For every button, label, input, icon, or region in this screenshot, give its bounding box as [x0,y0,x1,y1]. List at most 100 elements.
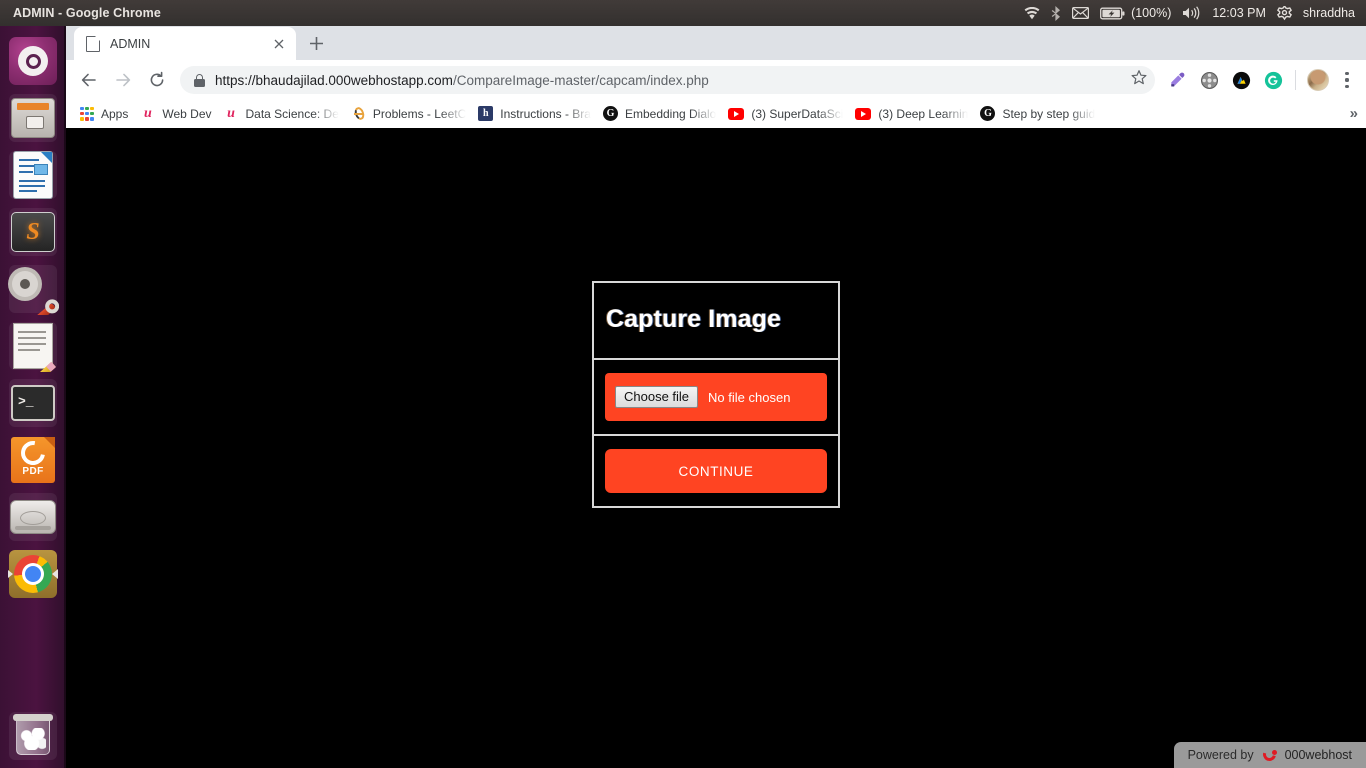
card-action-section: CONTINUE [594,436,838,506]
pdf-label: PDF [22,465,44,477]
card-file-section: Choose file No file chosen [594,360,838,436]
battery-charging-icon[interactable] [1100,7,1125,20]
mail-icon[interactable] [1072,7,1090,19]
bookmarks-overflow-button[interactable]: » [1350,105,1358,122]
address-bar[interactable]: https://bhaudajilad.000webhostapp.com/Co… [180,66,1155,94]
new-tab-button[interactable] [302,29,330,57]
bookmark-web-dev[interactable]: u Web Dev [136,102,219,126]
bookmarks-bar: Apps u Web Dev u Data Science: De Proble… [66,100,1366,128]
launcher-item-ubuntu-dash[interactable] [7,35,59,87]
dark-circle-icon[interactable] [1228,67,1254,93]
gear-icon[interactable] [1276,5,1292,21]
launcher-item-system-settings[interactable] [7,263,59,315]
star-icon[interactable] [1131,70,1147,91]
launcher-item-libreoffice-writer[interactable] [7,149,59,201]
leetcode-icon [351,106,366,121]
000webhost-logo-icon [1261,748,1278,763]
ubuntu-logo-icon [9,37,57,85]
launcher-item-sublime-text[interactable]: S [7,206,59,258]
file-cabinet-icon [11,98,55,138]
bookmark-instructions[interactable]: h Instructions - Bra [474,102,599,126]
close-icon[interactable] [270,35,288,53]
trash-icon [13,714,53,755]
gear-wrench-icon [11,267,57,315]
launcher-item-files[interactable] [7,92,59,144]
udemy-u-icon: u [143,105,152,121]
page-title: Capture Image [606,305,781,333]
notepad-pencil-icon [14,324,56,372]
bookmark-label: Instructions - Bra [500,106,591,121]
eyedropper-icon[interactable] [1164,67,1190,93]
battery-level: (100%) [1131,6,1172,20]
powered-by-label: Powered by [1187,748,1254,762]
back-arrow-icon[interactable] [75,66,103,94]
volume-icon[interactable] [1182,6,1201,20]
window-title: ADMIN - Google Chrome [13,6,161,20]
bluetooth-icon[interactable] [1051,5,1061,21]
chrome-window: ADMIN https://bhaudajilad.000webhostapp.… [66,26,1366,768]
ubuntu-top-panel: ADMIN - Google Chrome (100%) 12:03 PM sh… [0,0,1366,26]
launcher-item-terminal[interactable]: >_ [7,377,59,429]
tab-title: ADMIN [110,36,151,51]
bookmark-apps[interactable]: Apps [76,102,136,126]
lock-icon[interactable] [194,73,205,87]
bookmark-problems-leetcode[interactable]: Problems - LeetC [347,102,474,126]
bookmark-step-by-step-guide[interactable]: G Step by step guid [976,102,1103,126]
file-status-text: No file chosen [708,389,791,405]
launcher-item-text-editor[interactable] [7,320,59,372]
sublime-s-icon: S [11,212,55,252]
hard-disk-icon [10,500,56,534]
browser-toolbar: https://bhaudajilad.000webhostapp.com/Co… [66,60,1366,100]
000webhost-brand-label: 000webhost [1284,748,1352,762]
launcher-item-disk-utility[interactable] [7,491,59,543]
capture-image-card: Capture Image Choose file No file chosen… [592,281,840,508]
bookmark-embedding-dialog[interactable]: G Embedding Dialo [599,102,724,126]
reload-icon[interactable] [143,66,171,94]
continue-button[interactable]: CONTINUE [605,449,827,493]
launcher-item-google-chrome[interactable] [7,548,59,600]
url-path: /CompareImage-master/capcam/index.php [452,72,709,88]
url-text: https://bhaudajilad.000webhostapp.com/Co… [215,73,709,88]
page-icon [86,35,100,52]
bookmark-label: Problems - LeetC [372,106,467,121]
terminal-icon: >_ [11,385,55,421]
udemy-u-icon: u [227,105,235,121]
grammarly-g-icon[interactable] [1260,67,1286,93]
bookmark-label: Apps [101,106,129,121]
document-icon [14,152,52,198]
google-g-icon: G [980,106,996,121]
toolbar-divider [1295,70,1296,90]
wifi-icon[interactable] [1024,6,1040,20]
three-dot-menu-icon[interactable] [1336,66,1358,94]
tab-admin[interactable]: ADMIN [74,27,296,60]
tab-strip: ADMIN [66,26,1366,60]
username-label[interactable]: shraddha [1303,6,1355,20]
chrome-icon [14,555,52,593]
launcher-item-trash[interactable] [7,710,59,762]
choose-file-button[interactable]: Choose file [615,385,699,409]
bookmark-data-science[interactable]: u Data Science: De [220,102,347,126]
bookmark-label: (3) Deep Learnin [878,106,969,121]
youtube-icon [855,107,872,120]
bookmark-label: (3) SuperDataSci [751,106,844,121]
youtube-icon [728,107,745,120]
focused-indicator-right-icon [52,569,58,579]
apps-grid-icon [80,106,94,121]
bookmark-deep-learning[interactable]: (3) Deep Learnin [851,102,976,126]
page-viewport: Capture Image Choose file No file chosen… [66,128,1366,768]
film-reel-icon[interactable] [1196,67,1222,93]
google-g-icon: G [602,106,618,121]
url-host: bhaudajilad.000webhostapp.com [255,72,453,88]
powered-by-badge[interactable]: Powered by 000webhost [1173,742,1366,768]
ubuntu-launcher: S >_ PDF [0,26,66,768]
launcher-item-foxit-pdf-reader[interactable]: PDF [7,434,59,486]
url-scheme: https:// [215,72,256,88]
avatar[interactable] [1307,69,1329,91]
bookmark-label: Data Science: De [245,106,339,121]
clock[interactable]: 12:03 PM [1212,6,1266,20]
bookmark-superdatascience[interactable]: (3) SuperDataSci [724,102,851,126]
file-input[interactable]: Choose file No file chosen [605,373,827,421]
bookmark-label: Step by step guid [1002,106,1096,121]
system-tray: (100%) 12:03 PM shraddha [1024,5,1366,21]
card-header: Capture Image [594,283,838,360]
